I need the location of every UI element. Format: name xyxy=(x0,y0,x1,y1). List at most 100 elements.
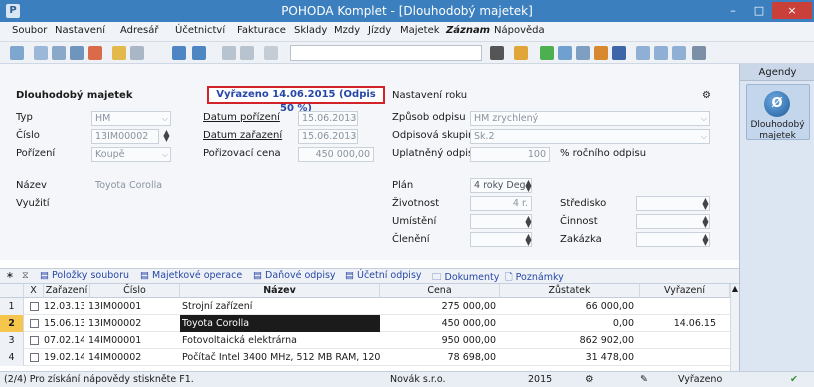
plan-spinner-icon[interactable]: ▲ ▼ xyxy=(524,179,533,193)
toolbar-forward-icon[interactable] xyxy=(192,46,206,60)
menu-napoveda[interactable]: Nápověda xyxy=(494,25,545,36)
plan-field[interactable]: 4 roky Deg xyxy=(470,178,532,193)
cell-cislo: 14IM00001 xyxy=(88,335,142,346)
stredisko-spinner-icon[interactable]: ▲ ▼ xyxy=(701,197,710,211)
gear-icon[interactable]: ⚙ xyxy=(702,90,711,101)
col-header-nazev[interactable]: Název xyxy=(180,284,380,298)
maximize-button[interactable]: □ xyxy=(746,2,772,19)
table-row[interactable]: 4 19.02.14 14IM00002 Počítač Intel 3400 … xyxy=(0,349,730,366)
toolbar-tools-icon[interactable] xyxy=(594,46,608,60)
status-state: Vyřazeno xyxy=(678,374,723,385)
gear-status-icon[interactable]: ⚙ xyxy=(585,374,594,385)
status-year[interactable]: 2015 xyxy=(528,374,552,385)
cell-nazev-selected[interactable]: Toyota Corolla xyxy=(180,315,380,332)
toolbar-print-icon[interactable] xyxy=(70,46,84,60)
toolbar-bank-icon[interactable] xyxy=(612,46,626,60)
status-banner: Vyřazeno 14.06.2015 (Odpis 50 %) xyxy=(207,86,385,114)
col-header-cislo[interactable]: Číslo xyxy=(90,284,180,298)
toolbar-refresh-icon[interactable] xyxy=(540,46,554,60)
row-checkbox[interactable] xyxy=(30,319,39,328)
col-header-zarazeni[interactable]: Zařazení xyxy=(44,284,90,298)
col-header-vyrazeni[interactable]: Vyřazení xyxy=(640,284,730,298)
tab-danove-odpisy[interactable]: ▤ Daňové odpisy xyxy=(253,270,336,281)
cell-zarazeni: 15.06.13 xyxy=(44,318,84,329)
menu-majetek[interactable]: Majetek xyxy=(400,25,440,36)
row-checkbox[interactable] xyxy=(30,302,39,311)
zakazka-spinner-icon[interactable]: ▲ ▼ xyxy=(701,233,710,247)
menu-soubor[interactable]: Soubor xyxy=(12,25,47,36)
cell-cena: 78 698,00 xyxy=(447,352,496,363)
cinnost-field[interactable] xyxy=(636,214,710,229)
menu-sklady[interactable]: Sklady xyxy=(294,25,327,36)
vyuziti-field[interactable] xyxy=(91,196,374,248)
umisteni-spinner-icon[interactable]: ▲ ▼ xyxy=(524,215,533,229)
porizovaci-cena-field[interactable]: 450 000,00 xyxy=(298,147,374,162)
tab-ucetni-odpisy[interactable]: ▤ Účetní odpisy xyxy=(345,270,422,281)
tab-majetkove-operace[interactable]: ▤ Majetkové operace xyxy=(140,270,242,281)
toolbar-table-icon[interactable] xyxy=(576,46,590,60)
menu-nastaveni[interactable]: Nastavení xyxy=(55,25,105,36)
menu-jizdy[interactable]: Jízdy xyxy=(368,25,391,36)
menu-mzdy[interactable]: Mzdy xyxy=(334,25,360,36)
toolbar-help-icon[interactable] xyxy=(112,46,126,60)
zakazka-field[interactable] xyxy=(636,232,710,247)
typ-select[interactable]: HM ⌵ xyxy=(91,111,171,126)
cell-cena: 275 000,00 xyxy=(441,301,496,312)
table-row[interactable]: 3 07.02.14 14IM00001 Fotovoltaická elekt… xyxy=(0,332,730,349)
cinnost-spinner-icon[interactable]: ▲ ▼ xyxy=(701,215,710,229)
cell-zarazeni: 12.03.13 xyxy=(44,301,84,312)
pohoda-logo-icon: Ø xyxy=(764,91,790,117)
uplatneny-odpis-field[interactable]: 100 xyxy=(470,147,550,162)
toolbar-filter-icon[interactable] xyxy=(490,46,504,60)
porizeni-select[interactable]: Koupě ⌵ xyxy=(91,147,171,162)
table-row[interactable]: 1 12.03.13 13IM00001 Strojní zařízení 27… xyxy=(0,298,730,315)
zivotnost-field[interactable]: 4 r. xyxy=(470,196,532,211)
toolbar-query-icon[interactable] xyxy=(692,46,706,60)
toolbar-window2-icon[interactable] xyxy=(654,46,668,60)
tab-polozky-souboru[interactable]: ▤ Položky souboru xyxy=(40,270,129,281)
menu-adresar[interactable]: Adresář xyxy=(120,25,159,36)
toolbar-window-icon[interactable] xyxy=(636,46,650,60)
row-checkbox[interactable] xyxy=(30,336,39,345)
menu-zaznam[interactable]: Záznam xyxy=(446,25,490,36)
toolbar-filter-combo[interactable] xyxy=(290,45,482,61)
menu-fakturace[interactable]: Fakturace xyxy=(237,25,286,36)
toolbar-attach-icon[interactable] xyxy=(264,46,278,60)
row-checkbox[interactable] xyxy=(30,353,39,362)
odpisova-skupina-select[interactable]: Sk.2 ⌵ xyxy=(470,129,710,144)
datum-porizeni-field[interactable]: 15.06.2013 ⌵ xyxy=(298,111,358,126)
stredisko-field[interactable] xyxy=(636,196,710,211)
cislo-spinner-icon[interactable]: ▲ ▼ xyxy=(162,129,171,143)
label-zpusob-odpisu: Způsob odpisu xyxy=(392,112,466,123)
minimize-button[interactable]: – xyxy=(720,2,746,19)
scroll-up-icon[interactable]: ▲ xyxy=(731,284,739,293)
toolbar-doc2-icon[interactable] xyxy=(240,46,254,60)
col-header-cena[interactable]: Cena xyxy=(380,284,500,298)
zpusob-odpisu-select[interactable]: HM zrychlený ⌵ xyxy=(470,111,710,126)
table-row[interactable]: 2 15.06.13 13IM00002 Toyota Corolla 450 … xyxy=(0,315,730,332)
toolbar-calc-icon[interactable] xyxy=(558,46,572,60)
tab-filter-icon[interactable]: ⧖ xyxy=(22,270,29,281)
table-scrollbar[interactable]: ▲ xyxy=(730,284,739,371)
toolbar-open-icon[interactable] xyxy=(34,46,48,60)
status-company[interactable]: Novák s.r.o. xyxy=(390,374,446,385)
toolbar-doc-icon[interactable] xyxy=(222,46,236,60)
cislo-field[interactable]: 13IM00002 xyxy=(91,129,159,144)
toolbar-window3-icon[interactable] xyxy=(672,46,686,60)
close-button[interactable]: × xyxy=(772,2,812,19)
cleneni-field[interactable] xyxy=(470,232,532,247)
toolbar-back-icon[interactable] xyxy=(172,46,186,60)
toolbar-delete-icon[interactable] xyxy=(88,46,102,60)
tab-options-icon[interactable]: ∗ xyxy=(6,270,14,281)
umisteni-field[interactable] xyxy=(470,214,532,229)
col-header-zustatek[interactable]: Zůstatek xyxy=(500,284,640,298)
cleneni-spinner-icon[interactable]: ▲ ▼ xyxy=(524,233,533,247)
toolbar-save-icon[interactable] xyxy=(52,46,66,60)
datum-zarazeni-field[interactable]: 15.06.2013 ⌵ xyxy=(298,129,358,144)
col-header-x[interactable]: X xyxy=(24,284,44,298)
toolbar-edit-icon[interactable] xyxy=(130,46,144,60)
nazev-field[interactable]: Toyota Corolla xyxy=(91,178,374,193)
toolbar-new-icon[interactable] xyxy=(10,46,24,60)
menu-ucetnictvi[interactable]: Účetnictví xyxy=(175,25,225,36)
toolbar-folder-icon[interactable] xyxy=(514,46,528,60)
